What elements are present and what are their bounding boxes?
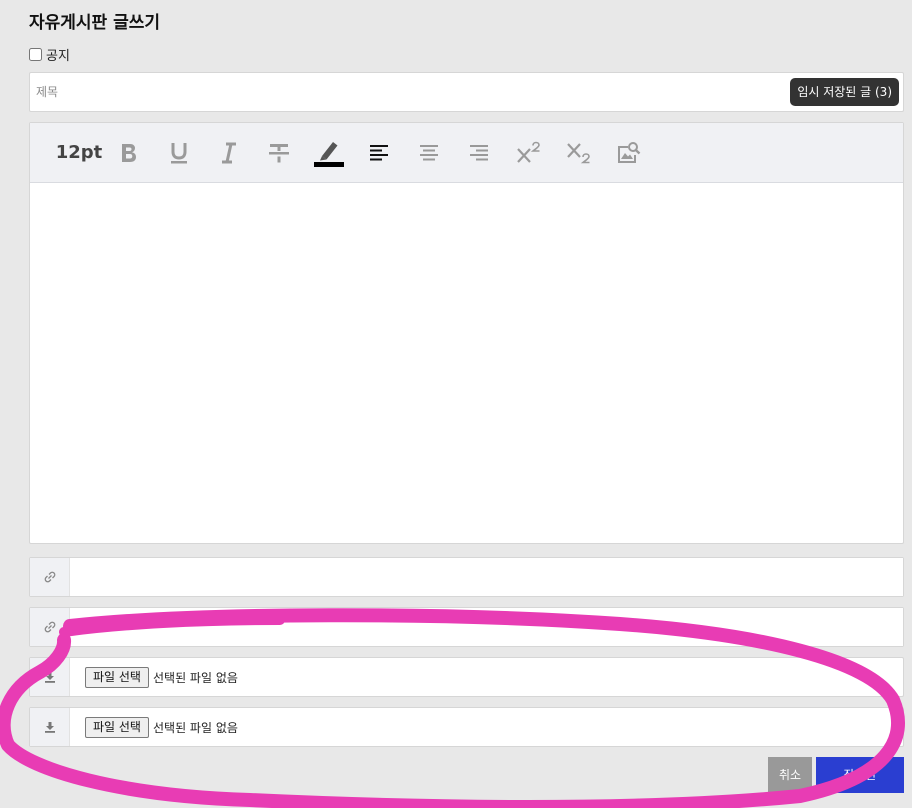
align-left-button[interactable] — [354, 133, 404, 173]
subscript-icon — [567, 142, 590, 163]
bold-button[interactable] — [104, 133, 154, 173]
superscript-button[interactable] — [504, 133, 554, 173]
cancel-button[interactable]: 취소 — [768, 757, 812, 793]
align-center-icon — [420, 144, 438, 160]
italic-icon — [222, 142, 236, 163]
page: 자유게시판 글쓰기 공지 임시 저장된 글 (3) 12pt — [0, 0, 912, 808]
align-left-icon — [370, 144, 388, 160]
link-row-1 — [29, 557, 904, 597]
title-field-container: 임시 저장된 글 (3) — [29, 72, 904, 112]
image-search-icon — [618, 141, 641, 163]
highlight-color-button[interactable] — [304, 133, 354, 173]
choose-file-button-2[interactable]: 파일 선택 — [85, 716, 149, 738]
link-input-1[interactable] — [70, 558, 903, 596]
italic-button[interactable] — [204, 133, 254, 173]
file-status-2: 선택된 파일 없음 — [152, 720, 238, 735]
bold-icon — [122, 143, 136, 162]
strikethrough-button[interactable] — [254, 133, 304, 173]
file-row-1: 파일 선택 선택된 파일 없음 — [29, 657, 904, 697]
download-icon — [44, 722, 55, 733]
saved-drafts-button[interactable]: 임시 저장된 글 (3) — [790, 78, 899, 106]
link-icon — [44, 621, 55, 633]
insert-image-button[interactable] — [604, 133, 654, 173]
editor-content-area[interactable] — [30, 183, 903, 543]
file-input-2: 파일 선택 선택된 파일 없음 — [70, 716, 238, 738]
download-icon — [44, 672, 55, 683]
align-center-button[interactable] — [404, 133, 454, 173]
title-input[interactable] — [30, 73, 790, 111]
file-input-1: 파일 선택 선택된 파일 없음 — [70, 666, 238, 688]
link-icon — [44, 571, 55, 583]
superscript-icon — [517, 141, 540, 163]
notice-label: 공지 — [46, 49, 70, 64]
file-status-1: 선택된 파일 없음 — [152, 670, 238, 685]
align-right-icon — [470, 144, 488, 160]
underline-icon — [171, 142, 187, 163]
choose-file-button-1[interactable]: 파일 선택 — [85, 666, 149, 688]
editor-toolbar: 12pt — [30, 123, 903, 183]
font-size-select[interactable]: 12pt — [54, 133, 104, 173]
notice-checkbox[interactable] — [29, 48, 42, 61]
rich-text-editor: 12pt — [29, 122, 904, 544]
file-row-2: 파일 선택 선택된 파일 없음 — [29, 707, 904, 747]
underline-button[interactable] — [154, 133, 204, 173]
submit-button[interactable]: 작성완 — [816, 757, 904, 793]
link-row-2 — [29, 607, 904, 647]
page-title: 자유게시판 글쓰기 — [29, 13, 161, 33]
subscript-button[interactable] — [554, 133, 604, 173]
align-right-button[interactable] — [454, 133, 504, 173]
notice-checkbox-row[interactable]: 공지 — [29, 45, 70, 64]
highlight-color-icon — [314, 141, 344, 167]
strikethrough-icon — [269, 143, 289, 162]
link-input-2[interactable] — [70, 608, 903, 646]
